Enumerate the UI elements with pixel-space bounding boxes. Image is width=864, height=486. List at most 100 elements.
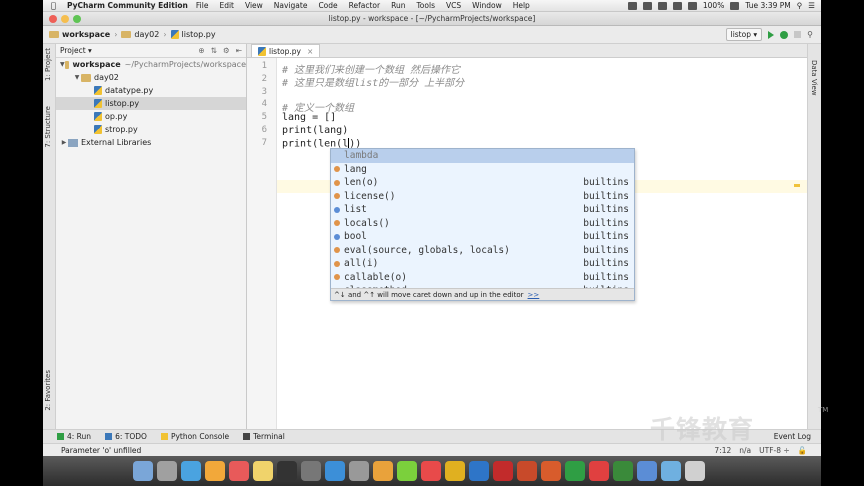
dock-app-icon[interactable] xyxy=(205,461,225,481)
dock-app-icon[interactable] xyxy=(373,461,393,481)
completion-item[interactable]: locals() builtins xyxy=(331,217,634,231)
debug-icon[interactable] xyxy=(780,30,789,39)
dock-app-icon[interactable] xyxy=(397,461,417,481)
menubar-clock[interactable]: Tue 3:39 PM xyxy=(745,1,790,10)
menu-help[interactable]: Help xyxy=(513,1,530,10)
tree-item[interactable]: ▶ External Libraries xyxy=(56,136,246,149)
collapse-icon[interactable]: ⇅ xyxy=(211,46,217,55)
menu-vcs[interactable]: VCS xyxy=(446,1,461,10)
dock-app-icon[interactable] xyxy=(421,461,441,481)
dock-app-icon[interactable] xyxy=(469,461,489,481)
dock-app-icon[interactable] xyxy=(157,461,177,481)
volume-icon[interactable] xyxy=(687,1,697,10)
bottom-tab[interactable]: 6: TODO xyxy=(105,432,147,441)
dock-app-icon[interactable] xyxy=(517,461,537,481)
bottom-tab[interactable]: 4: Run xyxy=(57,432,91,441)
completion-item[interactable]: eval(source, globals, locals) builtins xyxy=(331,244,634,258)
code-line[interactable]: print(lang) xyxy=(282,125,348,136)
menu-navigate[interactable]: Navigate xyxy=(274,1,308,10)
editor-tab-listop[interactable]: listop.py × xyxy=(251,44,321,57)
menu-refactor[interactable]: Refactor xyxy=(349,1,380,10)
caret-position[interactable]: 7:12 xyxy=(714,446,731,455)
dock-app-icon[interactable] xyxy=(637,461,657,481)
menu-view[interactable]: View xyxy=(245,1,263,10)
tree-item[interactable]: op.py xyxy=(56,110,246,123)
search-everywhere-icon[interactable]: ⚲ xyxy=(807,30,813,39)
tree-item[interactable]: ▼ workspace ~/PycharmProjects/workspace xyxy=(56,58,246,71)
menu-file[interactable]: File xyxy=(196,1,209,10)
menu-code[interactable]: Code xyxy=(318,1,337,10)
status-icon[interactable] xyxy=(642,1,652,10)
chevron-down-icon[interactable]: ▼ xyxy=(60,61,65,68)
menu-run[interactable]: Run xyxy=(391,1,405,10)
dock-app-icon[interactable] xyxy=(325,461,345,481)
status-icon[interactable] xyxy=(657,1,667,10)
tree-item[interactable]: listop.py xyxy=(56,97,246,110)
dock-app-icon[interactable] xyxy=(349,461,369,481)
status-icon[interactable] xyxy=(627,1,637,10)
wifi-icon[interactable] xyxy=(672,1,682,10)
project-view-select[interactable]: Project ▾ xyxy=(60,46,92,55)
completion-item[interactable]: lang xyxy=(331,163,634,177)
completion-item[interactable]: license() builtins xyxy=(331,190,634,204)
dock-app-icon[interactable] xyxy=(253,461,273,481)
close-tab-icon[interactable]: × xyxy=(307,47,313,56)
dock-app-icon[interactable] xyxy=(277,461,297,481)
warning-marker[interactable] xyxy=(794,184,800,187)
stop-icon[interactable] xyxy=(794,31,802,38)
notification-icon[interactable]: ☰ xyxy=(808,1,815,10)
locate-icon[interactable]: ⊕ xyxy=(198,46,204,55)
favorites-tool-tab[interactable]: 2: Favorites xyxy=(44,370,52,411)
zoom-window-icon[interactable] xyxy=(73,15,81,23)
close-window-icon[interactable] xyxy=(49,15,57,23)
completion-item[interactable]: callable(o) builtins xyxy=(331,271,634,285)
menu-window[interactable]: Window xyxy=(472,1,502,10)
dock-app-icon[interactable] xyxy=(589,461,609,481)
chevron-right-icon[interactable]: ▶ xyxy=(60,139,68,146)
tree-item[interactable]: strop.py xyxy=(56,123,246,136)
dock-app-icon[interactable] xyxy=(301,461,321,481)
dock-app-icon[interactable] xyxy=(565,461,585,481)
data-view-tool-tab[interactable]: Data View xyxy=(810,60,818,96)
bottom-tab[interactable]: Terminal xyxy=(243,432,285,441)
chevron-down-icon[interactable]: ▼ xyxy=(73,74,81,81)
run-icon[interactable] xyxy=(768,30,775,39)
breadcrumb-listop[interactable]: listop.py xyxy=(182,30,216,39)
completion-item[interactable]: bool builtins xyxy=(331,230,634,244)
event-log-button[interactable]: Event Log xyxy=(774,432,811,441)
spotlight-icon[interactable]: ⚲ xyxy=(797,1,803,10)
bottom-tab[interactable]: Python Console xyxy=(160,432,229,441)
tree-item[interactable]: ▼ day02 xyxy=(56,71,246,84)
completion-more-link[interactable]: >> xyxy=(528,291,540,299)
dock-app-icon[interactable] xyxy=(541,461,561,481)
project-tool-tab[interactable]: 1: Project xyxy=(44,48,52,81)
dock-app-icon[interactable] xyxy=(133,461,153,481)
dock-app-icon[interactable] xyxy=(613,461,633,481)
battery-icon[interactable] xyxy=(730,1,740,10)
dock-app-icon[interactable] xyxy=(229,461,249,481)
line-separator[interactable]: n/a xyxy=(739,446,751,455)
dock-app-icon[interactable] xyxy=(661,461,681,481)
dock-app-icon[interactable] xyxy=(685,461,705,481)
breadcrumb-day02[interactable]: day02 xyxy=(134,30,159,39)
gear-icon[interactable]: ⚙ xyxy=(223,46,230,55)
completion-item[interactable]: len(o) builtins xyxy=(331,176,634,190)
completion-item[interactable]: lambda xyxy=(331,149,634,163)
code-line[interactable]: lang = [] xyxy=(282,112,336,123)
apple-icon[interactable]:  xyxy=(51,1,61,10)
dock-app-icon[interactable] xyxy=(493,461,513,481)
menu-edit[interactable]: Edit xyxy=(219,1,234,10)
app-name-menu[interactable]: PyCharm Community Edition xyxy=(67,1,188,10)
completion-item[interactable]: all(i) builtins xyxy=(331,257,634,271)
completion-item[interactable]: list builtins xyxy=(331,203,634,217)
tree-item[interactable]: datatype.py xyxy=(56,84,246,97)
dock-app-icon[interactable] xyxy=(445,461,465,481)
lock-icon[interactable]: 🔓 xyxy=(798,446,807,455)
minimize-window-icon[interactable] xyxy=(61,15,69,23)
structure-tool-tab[interactable]: 7: Structure xyxy=(44,106,52,148)
run-config-select[interactable]: listop ▾ xyxy=(725,28,763,41)
hide-icon[interactable]: ⇤ xyxy=(236,46,242,55)
dock-app-icon[interactable] xyxy=(181,461,201,481)
file-encoding[interactable]: UTF-8 ÷ xyxy=(759,446,790,455)
breadcrumb-workspace[interactable]: workspace xyxy=(62,30,110,39)
